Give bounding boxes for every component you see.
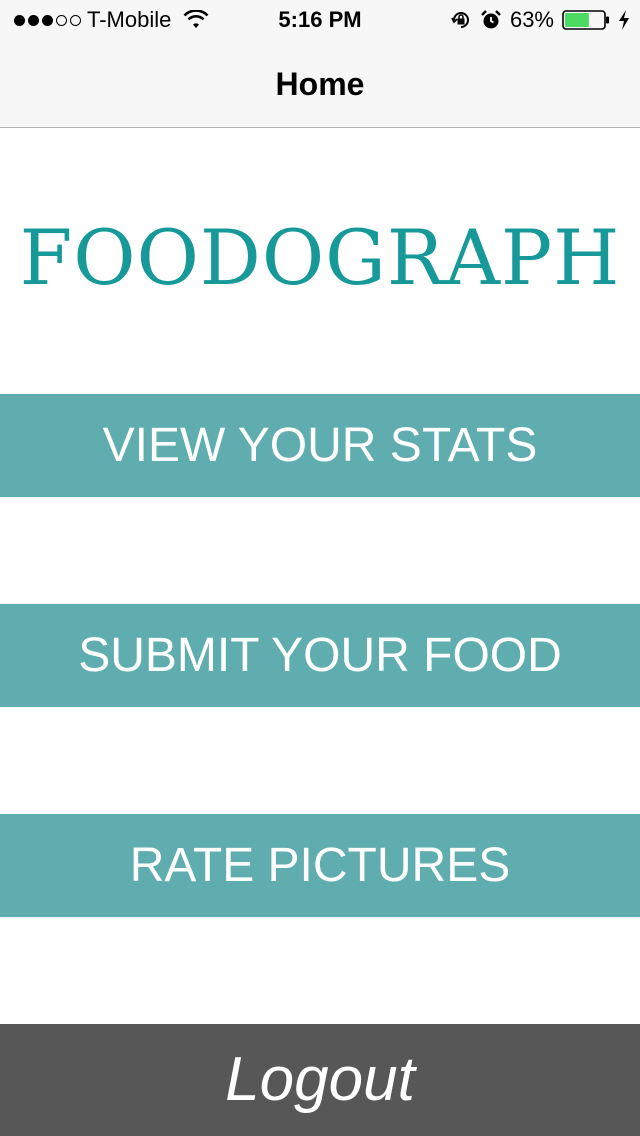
logout-button[interactable]: Logout bbox=[0, 1024, 640, 1136]
rate-pictures-button[interactable]: RATE PICTURES bbox=[0, 814, 640, 917]
status-right: 63% bbox=[450, 6, 630, 34]
page-title: Home bbox=[275, 66, 365, 102]
battery-icon bbox=[562, 10, 609, 30]
rotation-lock-icon bbox=[451, 12, 469, 28]
charging-icon bbox=[619, 10, 629, 30]
battery-fill bbox=[565, 13, 589, 27]
battery-percent: 63% bbox=[509, 7, 554, 32]
status-bar: T-Mobile 5:16 PM 63% bbox=[0, 0, 640, 40]
view-your-stats-button[interactable]: VIEW YOUR STATS bbox=[0, 394, 640, 497]
submit-your-food-button[interactable]: SUBMIT YOUR FOOD bbox=[0, 604, 640, 707]
navigation-bar: Home bbox=[0, 40, 640, 128]
alarm-icon bbox=[481, 10, 501, 29]
foodograph-logo: FOODOGRAPH bbox=[19, 213, 621, 302]
